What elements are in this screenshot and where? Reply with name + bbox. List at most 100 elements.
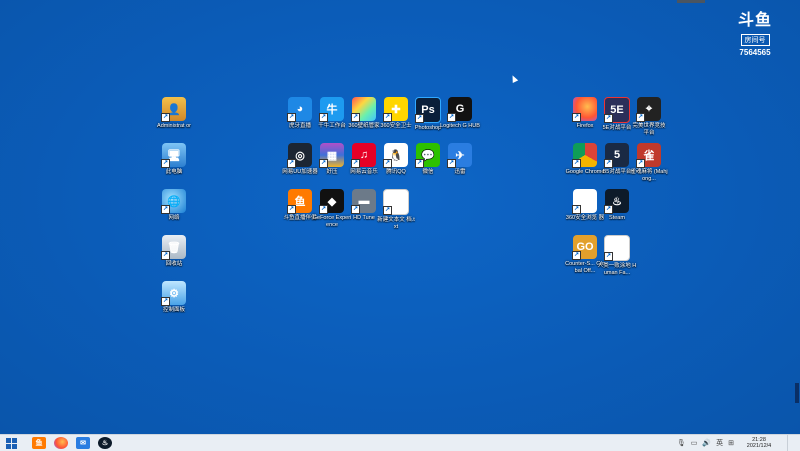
taskbar-douyu-icon[interactable]: 鱼 bbox=[32, 437, 46, 449]
desktop-icon-label: 雀魂麻将 (Mahjong... bbox=[630, 169, 668, 182]
shortcut-arrow-icon: ↗ bbox=[604, 114, 613, 123]
watermark-logo: 斗鱼 bbox=[737, 12, 772, 29]
shortcut-arrow-icon: ↗ bbox=[572, 113, 581, 122]
qianniu-icon: 牛 ↗ bbox=[319, 97, 344, 122]
shortcut-arrow-icon: ↗ bbox=[351, 205, 360, 214]
taskbar-pinned-apps: 鱼 ✉ ♨ bbox=[18, 437, 112, 449]
netease-music-icon: ♫ ↗ bbox=[351, 143, 376, 168]
this-pc-icon: 🖥 ↗ bbox=[161, 143, 186, 168]
desktop-icon-pubg-platform[interactable]: ⌖ ↗ 完美世界竞技 平台 bbox=[629, 97, 669, 136]
shortcut-arrow-icon: ↗ bbox=[383, 113, 392, 122]
shortcut-arrow-icon: ↗ bbox=[447, 113, 456, 122]
shortcut-arrow-icon: ↗ bbox=[383, 159, 392, 168]
shortcut-arrow-icon: ↗ bbox=[161, 205, 170, 214]
shortcut-arrow-icon: ↗ bbox=[636, 113, 645, 122]
network-icon: 🌐 ↗ bbox=[161, 189, 186, 214]
microphone-icon[interactable]: 🎙 bbox=[677, 439, 686, 447]
huya-icon: ◕ ↗ bbox=[287, 97, 312, 122]
desktop-icon-logitech[interactable]: G ↗ Logitech G HUB bbox=[440, 97, 480, 130]
desktop-icon-label: Steam bbox=[609, 215, 625, 221]
administrator-icon: 👤 ↗ bbox=[161, 97, 186, 122]
shortcut-arrow-icon: ↗ bbox=[383, 206, 392, 215]
recycle-bin-icon: 🗑 ↗ bbox=[161, 235, 186, 260]
shortcut-arrow-icon: ↗ bbox=[161, 251, 170, 260]
taskbar: 鱼 ✉ ♨ 🎙 ▭ 🔊 英 ⊞ 21:28 2021/12/4 bbox=[0, 434, 800, 451]
logitech-icon: G ↗ bbox=[447, 97, 472, 122]
shortcut-arrow-icon: ↗ bbox=[319, 205, 328, 214]
shortcut-arrow-icon: ↗ bbox=[287, 113, 296, 122]
shortcut-arrow-icon: ↗ bbox=[319, 159, 328, 168]
edge-handle[interactable] bbox=[795, 383, 799, 403]
desktop-icon-control-panel[interactable]: ⚙ ↗ 控制面板 bbox=[154, 281, 194, 314]
shortcut-arrow-icon: ↗ bbox=[604, 252, 613, 261]
human-fall-icon: ↗ bbox=[604, 235, 630, 261]
desktop-icon-label: 迅雷 bbox=[454, 169, 466, 175]
shortcut-arrow-icon: ↗ bbox=[572, 159, 581, 168]
shortcut-arrow-icon: ↗ bbox=[287, 159, 296, 168]
mouse-cursor bbox=[509, 74, 519, 83]
desktop-icon-label: 控制面板 bbox=[162, 307, 185, 313]
shortcut-arrow-icon: ↗ bbox=[319, 113, 328, 122]
system-tray: 🎙 ▭ 🔊 英 ⊞ 21:28 2021/12/4 bbox=[677, 435, 800, 451]
desktop-icon-administrator[interactable]: 👤 ↗ Administrat or bbox=[154, 97, 194, 130]
shortcut-arrow-icon: ↗ bbox=[415, 114, 424, 123]
desktop-icon-label: Logitech G HUB bbox=[440, 123, 480, 129]
ime-indicator[interactable]: 英 bbox=[716, 438, 723, 448]
douyu-icon: 鱼 ↗ bbox=[287, 189, 312, 214]
desktop-icon-recycle-bin[interactable]: 🗑 ↗ 回收站 bbox=[154, 235, 194, 268]
shortcut-arrow-icon: ↗ bbox=[415, 159, 424, 168]
desktop-icon-human-fall[interactable]: ↗ 人类一败涂地 Human Fa... bbox=[597, 235, 637, 276]
desktop-icon-label: 新建文本文 档.txt bbox=[377, 217, 415, 230]
shortcut-arrow-icon: ↗ bbox=[572, 251, 581, 260]
desktop-icon-steam[interactable]: ♨ ↗ Steam bbox=[597, 189, 637, 222]
keyboard-icon[interactable]: ⊞ bbox=[728, 439, 734, 447]
photoshop-icon: Ps ↗ bbox=[415, 97, 441, 123]
shortcut-arrow-icon: ↗ bbox=[161, 159, 170, 168]
desktop-icon-this-pc[interactable]: 🖥 ↗ 此电脑 bbox=[154, 143, 194, 176]
mahjong-icon: 雀 ↗ bbox=[636, 143, 661, 168]
windows-start-icon[interactable] bbox=[4, 436, 18, 450]
desktop-icon-network[interactable]: 🌐 ↗ 网络 bbox=[154, 189, 194, 222]
5e-platform-icon: 5E ↗ bbox=[604, 97, 630, 123]
360-safe-icon: ✚ ↗ bbox=[383, 97, 408, 122]
desktop-icon-label: 完美世界竞技 平台 bbox=[632, 123, 666, 136]
netease-uu-icon: ◎ ↗ bbox=[287, 143, 312, 168]
shortcut-arrow-icon: ↗ bbox=[447, 159, 456, 168]
network-icon[interactable]: ▭ bbox=[691, 439, 698, 447]
chrome-icon: ↗ bbox=[572, 143, 597, 168]
desktop-icon-label: 此电脑 bbox=[165, 169, 183, 175]
taskbar-firefox-icon[interactable] bbox=[54, 437, 68, 449]
geforce-icon: ◆ ↗ bbox=[319, 189, 344, 214]
shortcut-arrow-icon: ↗ bbox=[351, 113, 360, 122]
desktop-icon-new-text[interactable]: ↗ 新建文本文 档.txt bbox=[376, 189, 416, 230]
new-text-icon: ↗ bbox=[383, 189, 409, 215]
top-window-thumbnail bbox=[677, 0, 705, 3]
shortcut-arrow-icon: ↗ bbox=[572, 205, 581, 214]
shortcut-arrow-icon: ↗ bbox=[604, 159, 613, 168]
tencent-qq-icon: 🐧 ↗ bbox=[383, 143, 408, 168]
pubg-platform-icon: ⌖ ↗ bbox=[636, 97, 661, 122]
desktop-icon-label: 人类一败涂地 Human Fa... bbox=[597, 263, 637, 276]
taskbar-steam-icon[interactable]: ♨ bbox=[98, 437, 112, 449]
watermark-room-label: 房间号 bbox=[740, 34, 770, 46]
control-panel-icon: ⚙ ↗ bbox=[161, 281, 186, 306]
shortcut-arrow-icon: ↗ bbox=[351, 159, 360, 168]
steam-icon: ♨ ↗ bbox=[604, 189, 629, 214]
clock-date: 2021/12/4 bbox=[746, 443, 772, 449]
desktop-icon-label: 网络 bbox=[168, 215, 180, 221]
desktop-icon-label: 回收站 bbox=[165, 261, 183, 267]
feishu-icon: ✈ ↗ bbox=[447, 143, 472, 168]
360-browser-icon: e ↗ bbox=[572, 189, 597, 214]
wechat-icon: 💬 ↗ bbox=[415, 143, 440, 168]
desktop-icon-mahjong[interactable]: 雀 ↗ 雀魂麻将 (Mahjong... bbox=[629, 143, 669, 182]
shortcut-arrow-icon: ↗ bbox=[604, 205, 613, 214]
desktop-icon-feishu[interactable]: ✈ ↗ 迅雷 bbox=[440, 143, 480, 176]
watermark-room-number: 7564565 bbox=[739, 48, 771, 57]
volume-icon[interactable]: 🔊 bbox=[702, 439, 711, 447]
shortcut-arrow-icon: ↗ bbox=[161, 297, 170, 306]
desktop-icon-label: Administrat or bbox=[157, 123, 191, 129]
clock[interactable]: 21:28 2021/12/4 bbox=[739, 437, 779, 450]
show-desktop-button[interactable] bbox=[787, 435, 800, 451]
shortcut-arrow-icon: ↗ bbox=[287, 205, 296, 214]
taskbar-mail-icon[interactable]: ✉ bbox=[76, 437, 90, 449]
